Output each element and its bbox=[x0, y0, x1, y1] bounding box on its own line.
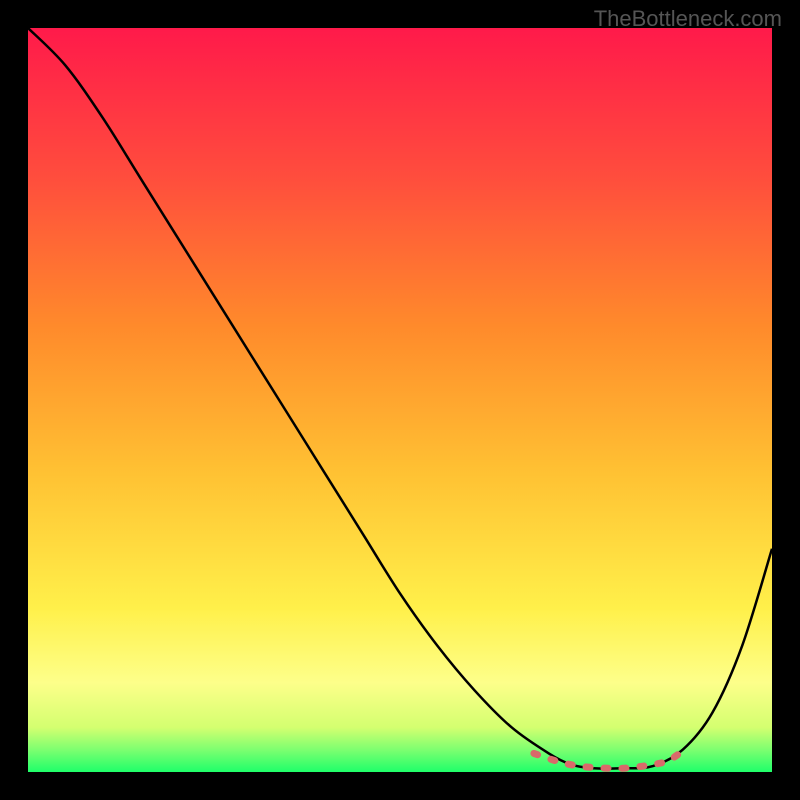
bottleneck-curve bbox=[28, 28, 772, 769]
optimal-marker bbox=[534, 751, 683, 768]
watermark-text: TheBottleneck.com bbox=[594, 6, 782, 32]
curve-layer bbox=[28, 28, 772, 772]
plot-area bbox=[28, 28, 772, 772]
